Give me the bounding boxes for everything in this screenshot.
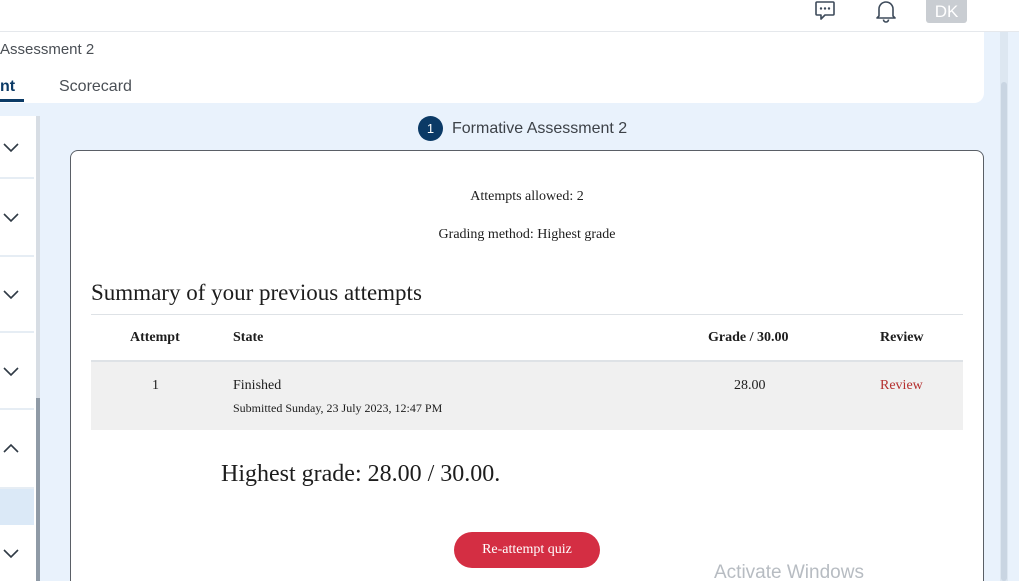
attempt-grade: 28.00 (734, 378, 766, 393)
sidebar-item-4[interactable] (0, 333, 34, 410)
chat-bubble-icon[interactable] (812, 0, 838, 26)
tab-scorecard[interactable]: Scorecard (59, 78, 132, 96)
sidebar-item-6[interactable] (0, 525, 34, 581)
col-header-review: Review (880, 330, 924, 345)
step-number: 1 (418, 116, 443, 141)
heading-divider (91, 314, 963, 315)
active-tab-indicator (0, 99, 24, 102)
sidebar-item-1[interactable] (0, 116, 34, 179)
attempt-state: Finished (233, 378, 282, 393)
sidebar-item-3[interactable] (0, 257, 34, 333)
sidebar-selected-item[interactable] (0, 489, 34, 525)
top-bar: DK (0, 0, 1019, 32)
bell-icon[interactable] (873, 0, 899, 26)
chevron-up-icon (3, 443, 19, 453)
sidebar-scrollbar-thumb[interactable] (36, 398, 40, 581)
table-row (91, 362, 963, 430)
attempts-allowed: Attempts allowed: 2 (470, 189, 584, 204)
summary-heading: Summary of your previous attempts (91, 280, 422, 305)
attempt-number: 1 (152, 378, 159, 393)
page-scrollbar-thumb[interactable] (1001, 82, 1007, 581)
course-header (0, 32, 984, 103)
grading-method: Grading method: Highest grade (438, 227, 616, 242)
chevron-down-icon (3, 142, 19, 152)
chevron-down-icon (3, 290, 19, 300)
col-header-state: State (233, 330, 264, 345)
course-title: Assessment 2 (0, 41, 95, 58)
windows-activation-watermark: Activate Windows (714, 562, 864, 581)
sidebar-item-2[interactable] (0, 179, 34, 257)
chevron-down-icon (3, 366, 19, 376)
highest-grade: Highest grade: 28.00 / 30.00. (221, 461, 501, 487)
quiz-summary-card: Attempts allowed: 2 Grading method: High… (70, 150, 984, 581)
chevron-down-icon (3, 549, 19, 559)
reattempt-quiz-button[interactable]: Re-attempt quiz (454, 532, 600, 568)
col-header-grade: Grade / 30.00 (708, 330, 789, 345)
sidebar-item-5[interactable] (0, 410, 34, 489)
activity-step: 1 Formative Assessment 2 (418, 116, 627, 141)
tab-assessment[interactable]: nt (0, 78, 15, 96)
col-header-attempt: Attempt (130, 330, 180, 345)
user-avatar[interactable]: DK (926, 0, 967, 23)
attempt-submitted-date: Submitted Sunday, 23 July 2023, 12:47 PM (233, 401, 443, 415)
activity-title: Formative Assessment 2 (452, 119, 628, 137)
review-link[interactable]: Review (880, 378, 923, 394)
chevron-down-icon (3, 213, 19, 223)
